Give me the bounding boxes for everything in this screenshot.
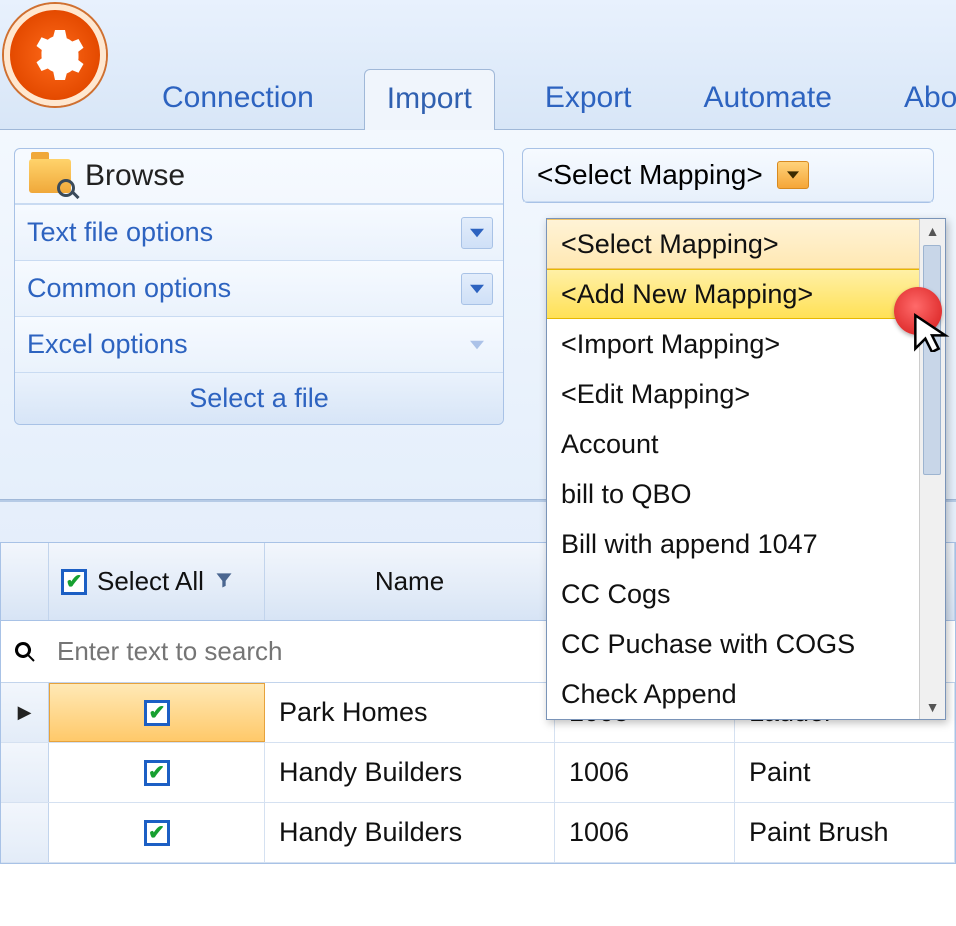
mapping-option[interactable]: Check Append xyxy=(547,669,919,719)
mapping-option[interactable]: <Add New Mapping> xyxy=(547,269,919,319)
gear-icon xyxy=(25,25,85,85)
chevron-down-icon xyxy=(787,169,799,181)
row-indicator xyxy=(1,803,49,862)
row-checkbox[interactable] xyxy=(144,760,170,786)
scroll-thumb[interactable] xyxy=(923,245,941,475)
folder-search-icon xyxy=(29,159,71,193)
mapping-dropdown[interactable]: <Select Mapping><Add New Mapping><Import… xyxy=(546,218,946,720)
row-indicator xyxy=(1,743,49,802)
name-column-header[interactable]: Name xyxy=(265,543,555,620)
mapping-option[interactable]: <Select Mapping> xyxy=(547,219,919,269)
ribbon-tabs: Connection Import Export Automate About xyxy=(140,65,956,129)
mapping-combo-label: <Select Mapping> xyxy=(537,159,763,191)
combo-label: Common options xyxy=(27,273,231,304)
table-row[interactable]: Handy Builders1006Paint Brush xyxy=(1,803,955,863)
mapping-option[interactable]: CC Cogs xyxy=(547,569,919,619)
name-cell: Park Homes xyxy=(265,683,555,742)
browse-button[interactable]: Browse xyxy=(15,149,503,204)
common-options-combo[interactable]: Common options xyxy=(15,260,503,316)
tab-connection[interactable]: Connection xyxy=(140,69,336,129)
mapping-option[interactable]: Bill with append 1047 xyxy=(547,519,919,569)
row-indicator-header xyxy=(1,543,49,620)
chevron-down-icon xyxy=(461,329,493,361)
row-checkbox-cell[interactable] xyxy=(49,743,265,802)
combo-label: Text file options xyxy=(27,217,213,248)
item-cell: Paint Brush xyxy=(735,803,955,862)
mapping-option[interactable]: Account xyxy=(547,419,919,469)
name-cell: Handy Builders xyxy=(265,743,555,802)
scroll-down-arrow[interactable]: ▼ xyxy=(922,695,944,719)
mapping-option[interactable]: bill to QBO xyxy=(547,469,919,519)
select-all-header[interactable]: Select All xyxy=(49,543,265,620)
tab-import[interactable]: Import xyxy=(364,69,495,130)
select-all-label: Select All xyxy=(97,566,204,597)
item-cell: Paint xyxy=(735,743,955,802)
number-cell: 1006 xyxy=(555,743,735,802)
cursor-icon xyxy=(912,312,952,359)
chevron-down-icon[interactable] xyxy=(461,273,493,305)
row-checkbox[interactable] xyxy=(144,820,170,846)
table-row[interactable]: Handy Builders1006Paint xyxy=(1,743,955,803)
row-checkbox-cell[interactable] xyxy=(49,683,265,742)
ribbon-header: Connection Import Export Automate About xyxy=(0,0,956,130)
row-indicator: ▶ xyxy=(1,683,49,742)
mapping-panel: <Select Mapping> xyxy=(522,148,934,203)
filter-icon[interactable] xyxy=(214,566,234,597)
scroll-up-arrow[interactable]: ▲ xyxy=(922,219,944,243)
app-gear-button[interactable] xyxy=(4,4,106,106)
dropdown-button[interactable] xyxy=(777,161,809,189)
combo-label: Excel options xyxy=(27,329,188,360)
row-checkbox-cell[interactable] xyxy=(49,803,265,862)
mapping-option[interactable]: CC Puchase with COGS xyxy=(547,619,919,669)
name-header-label: Name xyxy=(375,566,444,597)
row-checkbox[interactable] xyxy=(144,700,170,726)
text-file-options-combo[interactable]: Text file options xyxy=(15,204,503,260)
file-panel: Browse Text file options Common options … xyxy=(14,148,504,425)
search-icon xyxy=(1,621,49,682)
mapping-option[interactable]: <Edit Mapping> xyxy=(547,369,919,419)
tab-export[interactable]: Export xyxy=(523,69,654,129)
select-all-checkbox[interactable] xyxy=(61,569,87,595)
chevron-down-icon[interactable] xyxy=(461,217,493,249)
name-cell: Handy Builders xyxy=(265,803,555,862)
number-cell: 1006 xyxy=(555,803,735,862)
mapping-combo[interactable]: <Select Mapping> xyxy=(523,149,933,202)
tab-automate[interactable]: Automate xyxy=(682,69,854,129)
browse-label: Browse xyxy=(85,159,185,193)
excel-options-combo: Excel options xyxy=(15,316,503,372)
file-panel-caption: Select a file xyxy=(15,372,503,424)
mapping-option[interactable]: <Import Mapping> xyxy=(547,319,919,369)
tab-about[interactable]: About xyxy=(882,69,956,129)
